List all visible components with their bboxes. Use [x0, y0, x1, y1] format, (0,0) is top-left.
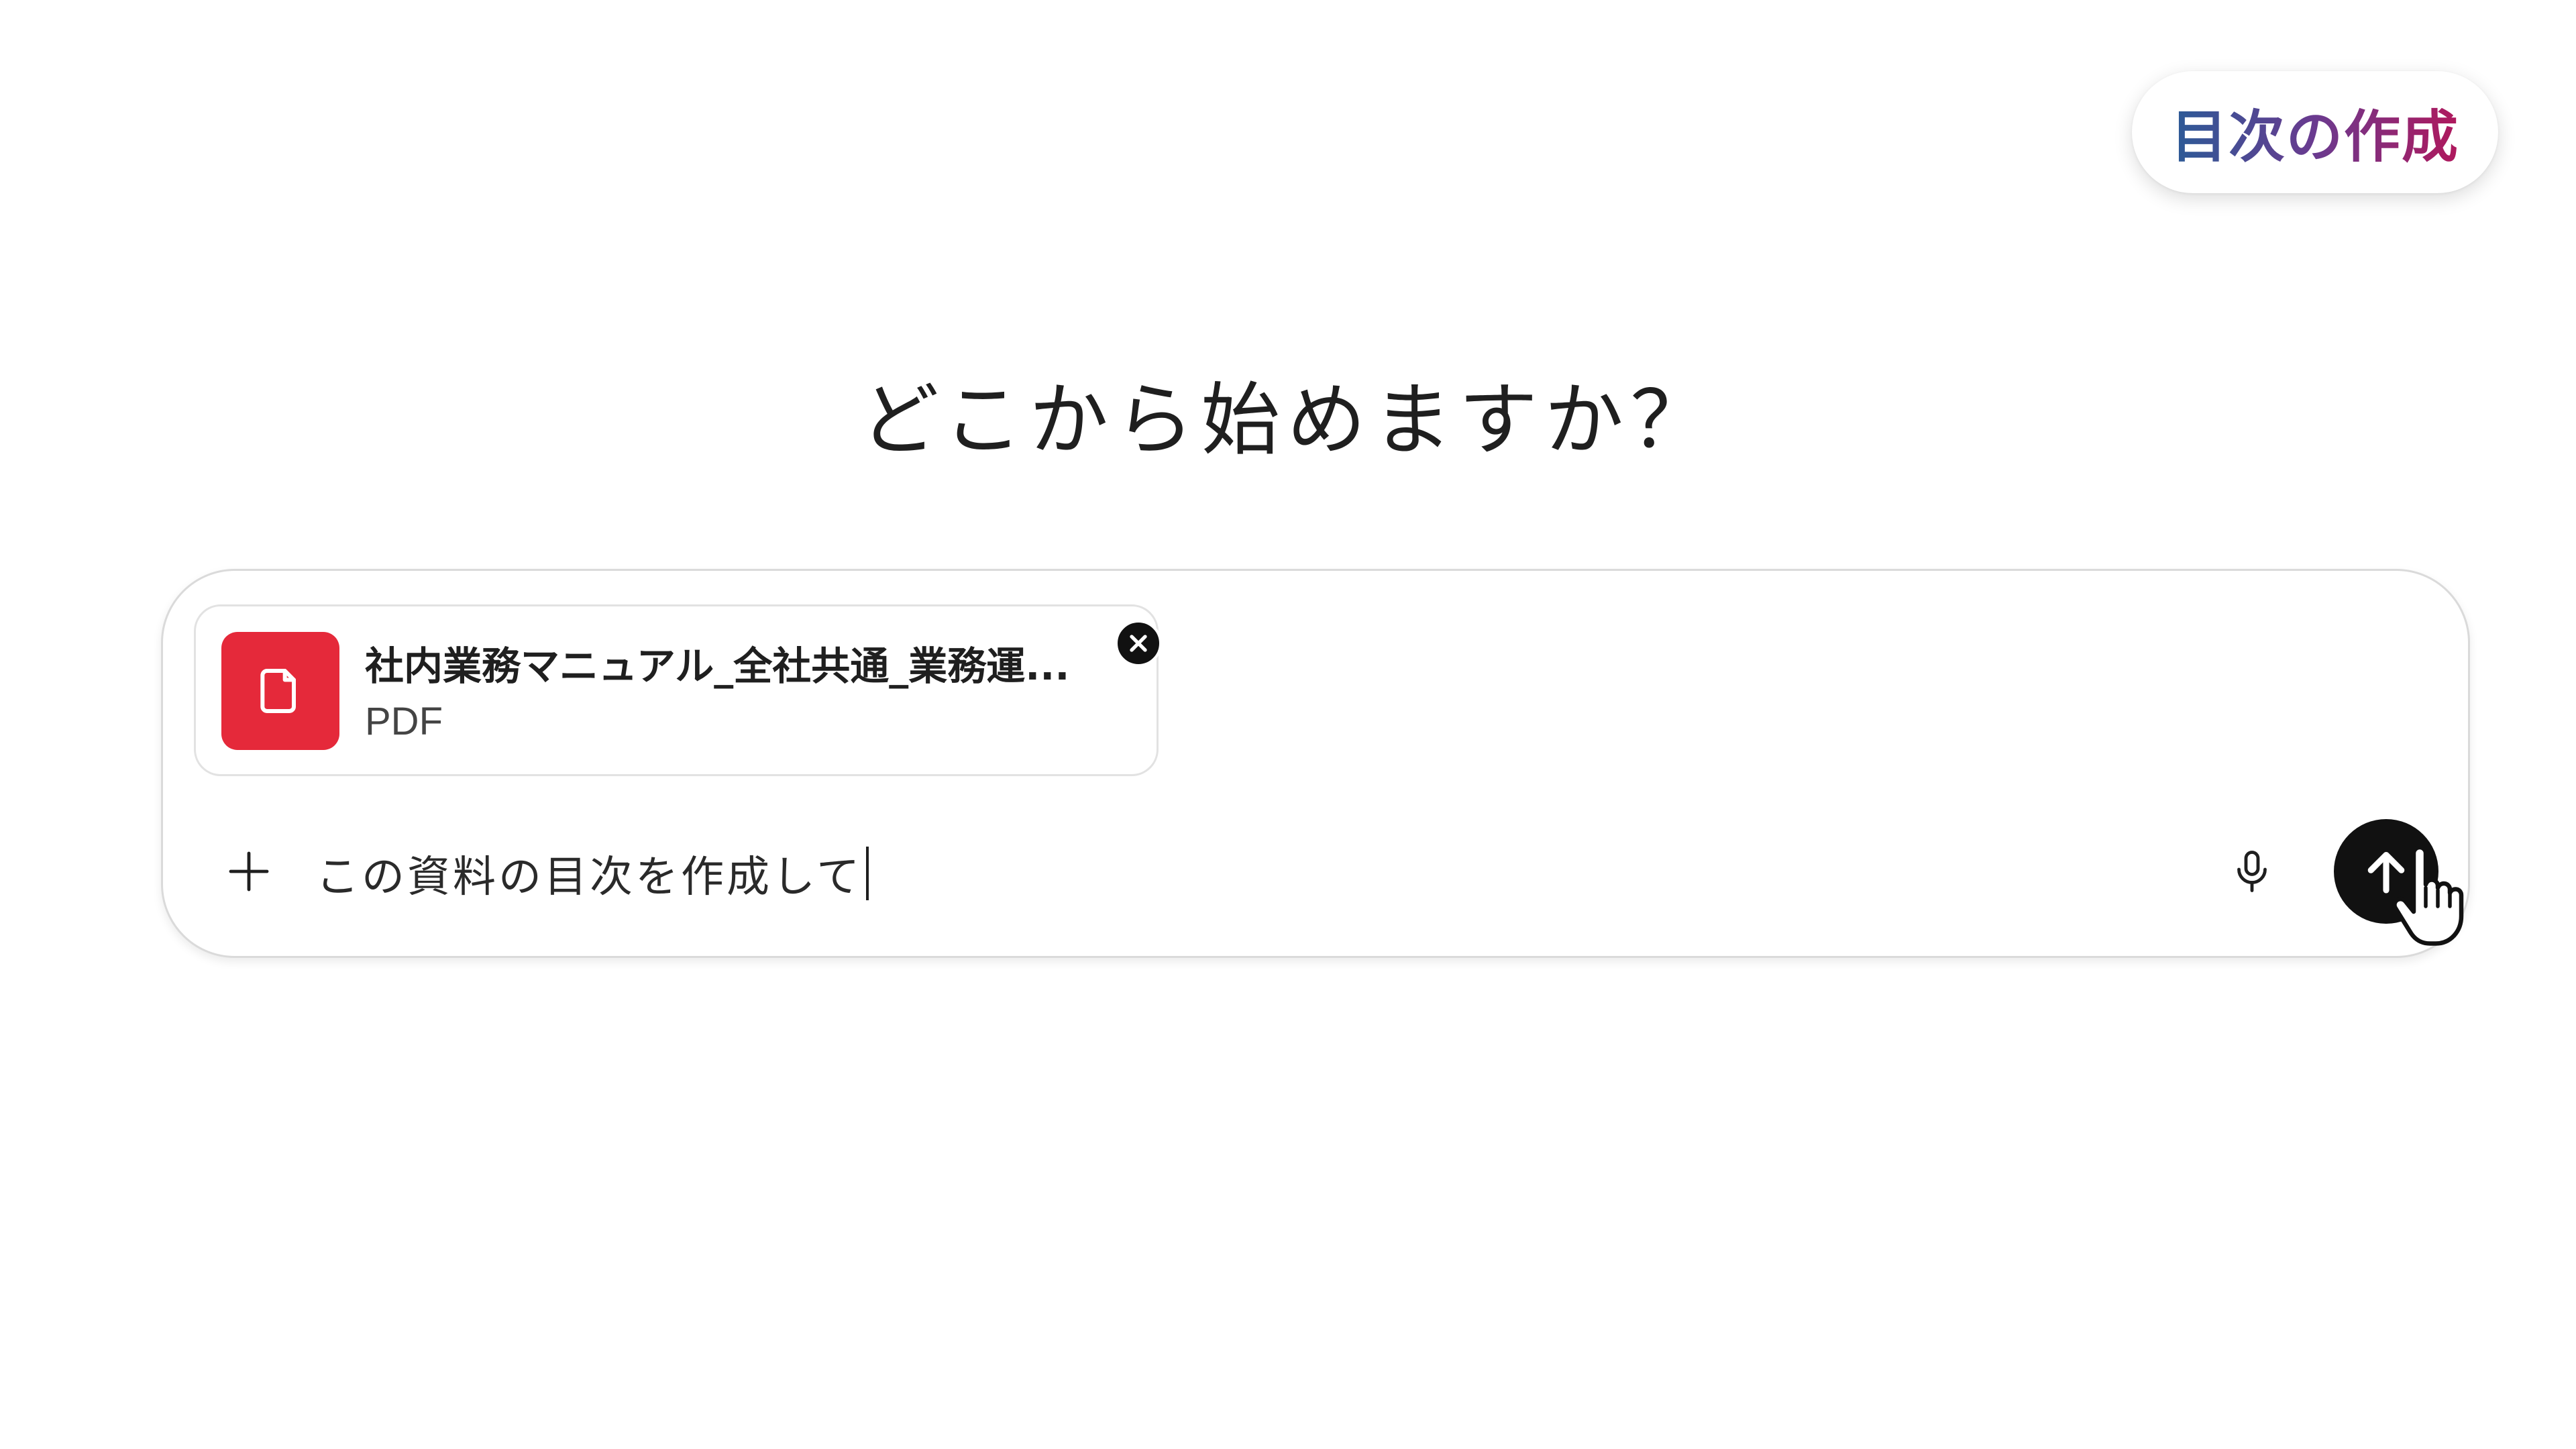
document-icon [221, 632, 339, 750]
page: 目次の作成 どこから始めますか？ 社内業務マニュアル_全社共通_業務運... P… [0, 0, 2576, 1449]
attachment-file-type: PDF [365, 700, 443, 743]
remove-attachment-button[interactable] [1115, 620, 1162, 667]
add-button[interactable] [217, 839, 281, 904]
prompt-composer: 社内業務マニュアル_全社共通_業務運... PDF この資料の目次を作成して [161, 569, 2470, 958]
microphone-button[interactable] [2220, 839, 2284, 904]
plus-icon [229, 851, 269, 892]
attachment-file-name: 社内業務マニュアル_全社共通_業務運... [365, 643, 1070, 689]
close-icon [1130, 635, 1147, 652]
page-heading: どこから始めますか？ [859, 374, 1717, 466]
feature-badge-label: 目次の作成 [2171, 92, 2459, 173]
attachment-card[interactable]: 社内業務マニュアル_全社共通_業務運... PDF [194, 604, 1162, 776]
prompt-input-value: この資料の目次を作成して [316, 853, 863, 902]
text-caret [866, 847, 869, 900]
prompt-input[interactable]: この資料の目次を作成して [316, 843, 869, 904]
feature-badge: 目次の作成 [2132, 71, 2498, 193]
microphone-icon [2237, 851, 2267, 892]
hand-pointer-icon [2392, 846, 2464, 946]
